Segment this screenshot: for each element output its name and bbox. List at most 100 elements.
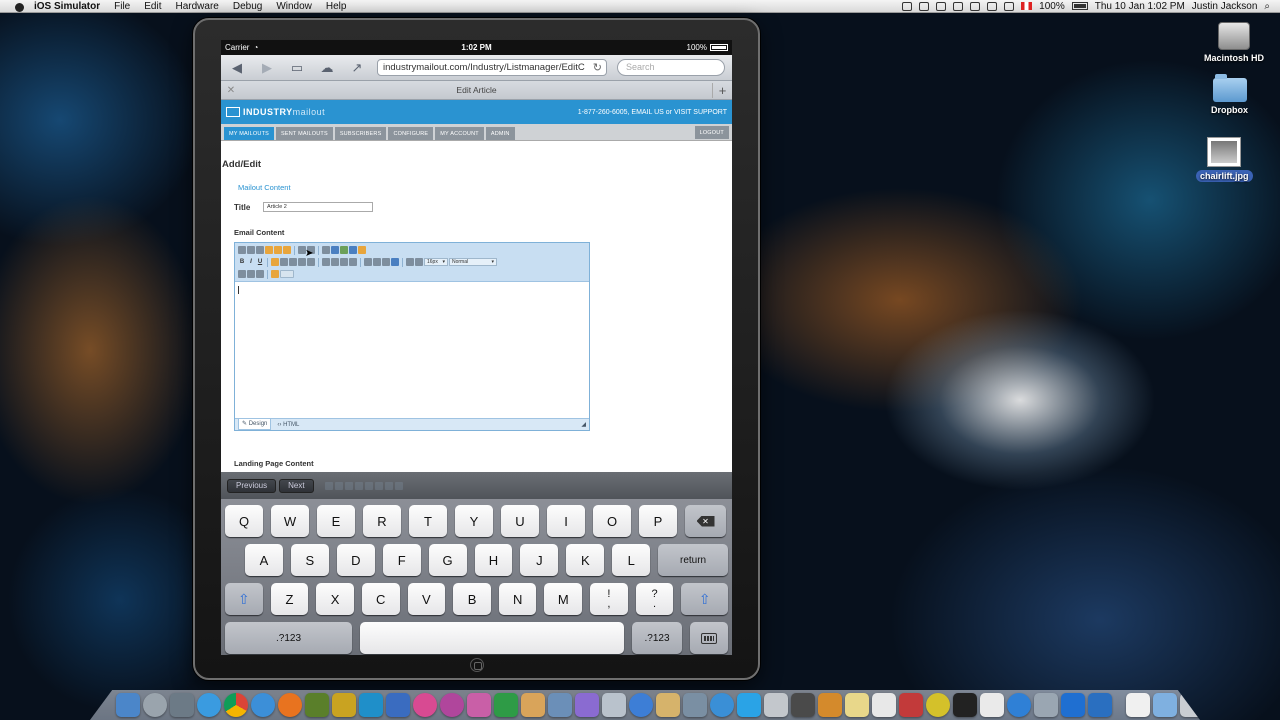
key-t[interactable]: T bbox=[409, 505, 447, 537]
subscript-icon[interactable] bbox=[247, 270, 255, 278]
address-bar[interactable]: industrymailout.com/Industry/Listmanager… bbox=[377, 59, 607, 76]
mission-control-icon[interactable] bbox=[170, 693, 194, 717]
find-icon[interactable] bbox=[322, 246, 330, 254]
background-color-icon[interactable] bbox=[415, 258, 423, 266]
app-purple-icon[interactable] bbox=[440, 693, 464, 717]
imovie-icon[interactable] bbox=[791, 693, 815, 717]
insert-snippet-icon[interactable] bbox=[271, 270, 279, 278]
contacts-icon[interactable] bbox=[656, 693, 680, 717]
messages-icon[interactable] bbox=[710, 693, 734, 717]
title-input[interactable]: Article 2 bbox=[263, 202, 373, 212]
menu-help[interactable]: Help bbox=[326, 1, 347, 12]
menu-app-name[interactable]: iOS Simulator bbox=[34, 1, 100, 12]
font-color-icon[interactable] bbox=[364, 258, 372, 266]
indent-icon[interactable] bbox=[322, 258, 330, 266]
app-yellow-icon[interactable] bbox=[926, 693, 950, 717]
launchpad-icon[interactable] bbox=[143, 693, 167, 717]
copy-icon[interactable] bbox=[256, 246, 264, 254]
shift-key-right[interactable]: ⇧ bbox=[681, 583, 728, 615]
desktop-icon-dropbox[interactable]: Dropbox bbox=[1211, 74, 1248, 115]
previous-field-button[interactable]: Previous bbox=[227, 478, 277, 493]
key-u[interactable]: U bbox=[501, 505, 539, 537]
battery-icon[interactable] bbox=[1071, 2, 1088, 10]
align-left-icon[interactable] bbox=[271, 258, 279, 266]
time-machine-icon[interactable] bbox=[953, 1, 964, 11]
html-mode-tab[interactable]: ‹› HTML bbox=[277, 422, 299, 428]
key-g[interactable]: G bbox=[428, 544, 467, 576]
bullet-list-icon[interactable] bbox=[349, 258, 357, 266]
superscript-icon[interactable] bbox=[238, 270, 246, 278]
downloads-folder-icon[interactable] bbox=[1153, 693, 1177, 717]
mailout-content-link[interactable]: Mailout Content bbox=[238, 183, 731, 192]
symbol-icon[interactable] bbox=[391, 258, 399, 266]
home-button[interactable] bbox=[470, 658, 484, 672]
stickies-icon[interactable] bbox=[845, 693, 869, 717]
document-icon[interactable] bbox=[980, 693, 1004, 717]
itunes-icon[interactable] bbox=[629, 693, 653, 717]
italic-button[interactable]: I bbox=[247, 259, 255, 265]
nav-subscribers[interactable]: SUBSCRIBERS bbox=[334, 127, 387, 140]
key-b[interactable]: B bbox=[453, 583, 491, 615]
acrobat-icon[interactable] bbox=[899, 693, 923, 717]
safari-icon[interactable] bbox=[197, 693, 221, 717]
key-question-period[interactable]: ?. bbox=[635, 583, 674, 615]
forward-arrow-icon[interactable]: ▶ bbox=[257, 60, 277, 76]
trash-icon[interactable] bbox=[1180, 693, 1200, 717]
terminal-icon[interactable] bbox=[953, 693, 977, 717]
paragraph-format-select[interactable]: Normal ▾ bbox=[449, 258, 497, 266]
menu-battery-percent[interactable]: 100% bbox=[1039, 1, 1065, 12]
nav-my-mailouts[interactable]: MY MAILOUTS bbox=[224, 127, 274, 140]
menu-debug[interactable]: Debug bbox=[233, 1, 262, 12]
menu-window[interactable]: Window bbox=[276, 1, 312, 12]
numbers-key-right[interactable]: .?123 bbox=[632, 622, 682, 654]
outdent-icon[interactable] bbox=[331, 258, 339, 266]
text-color-icon[interactable] bbox=[406, 258, 414, 266]
menu-user-name[interactable]: Justin Jackson bbox=[1192, 1, 1258, 12]
numbered-list-icon[interactable] bbox=[340, 258, 348, 266]
volume-icon[interactable] bbox=[1004, 1, 1015, 11]
dropbox-menu-icon[interactable] bbox=[919, 1, 930, 11]
editor-content-area[interactable] bbox=[235, 282, 589, 418]
numbers-key-left[interactable]: .?123 bbox=[225, 622, 352, 654]
bookmarks-book-icon[interactable]: ▭ bbox=[287, 60, 307, 76]
key-n[interactable]: N bbox=[498, 583, 537, 615]
chrome-icon[interactable] bbox=[224, 693, 248, 717]
icloud-tabs-icon[interactable]: ☁ bbox=[317, 60, 337, 76]
documents-stack-icon[interactable] bbox=[1126, 693, 1150, 717]
key-w[interactable]: W bbox=[271, 505, 309, 537]
tab-title[interactable]: Edit Article bbox=[221, 85, 732, 95]
return-key[interactable]: return bbox=[658, 544, 728, 576]
key-x[interactable]: X bbox=[316, 583, 354, 615]
format-painter-icon[interactable] bbox=[358, 246, 366, 254]
bold-button[interactable]: B bbox=[238, 259, 246, 265]
lightroom-icon[interactable] bbox=[359, 693, 383, 717]
font-size-select[interactable]: 16px ▾ bbox=[424, 258, 448, 266]
insert-image-icon[interactable] bbox=[331, 246, 339, 254]
key-h[interactable]: H bbox=[474, 544, 513, 576]
backspace-key[interactable]: ✕ bbox=[685, 505, 726, 537]
input-source-flag-icon[interactable] bbox=[1021, 2, 1033, 10]
print-icon[interactable] bbox=[238, 246, 246, 254]
notes-icon[interactable] bbox=[602, 693, 626, 717]
finder-icon[interactable] bbox=[116, 693, 140, 717]
paste-icon[interactable] bbox=[265, 246, 273, 254]
logout-button[interactable]: LOGOUT bbox=[694, 126, 729, 139]
paste-text-icon[interactable] bbox=[274, 246, 282, 254]
app-pink-icon[interactable] bbox=[413, 693, 437, 717]
menu-file[interactable]: File bbox=[114, 1, 130, 12]
search-field[interactable]: Search bbox=[617, 59, 725, 76]
insert-table-icon[interactable] bbox=[349, 246, 357, 254]
spotlight-icon[interactable]: ⌕ bbox=[1264, 1, 1270, 12]
special-chars-icon[interactable] bbox=[382, 258, 390, 266]
next-field-button[interactable]: Next bbox=[279, 478, 314, 493]
justify-none-icon[interactable] bbox=[307, 258, 315, 266]
key-r[interactable]: R bbox=[363, 505, 401, 537]
system-preferences-icon[interactable] bbox=[764, 693, 788, 717]
app-store-icon[interactable] bbox=[1088, 693, 1112, 717]
design-mode-tab[interactable]: ✎ Design bbox=[238, 419, 272, 430]
key-s[interactable]: S bbox=[290, 544, 329, 576]
ie-icon[interactable] bbox=[1007, 693, 1031, 717]
contact-links[interactable]: 1-877-260-6005, EMAIL US or VISIT SUPPOR… bbox=[578, 109, 727, 116]
preview-icon[interactable] bbox=[548, 693, 572, 717]
underline-button[interactable]: U bbox=[256, 259, 264, 265]
